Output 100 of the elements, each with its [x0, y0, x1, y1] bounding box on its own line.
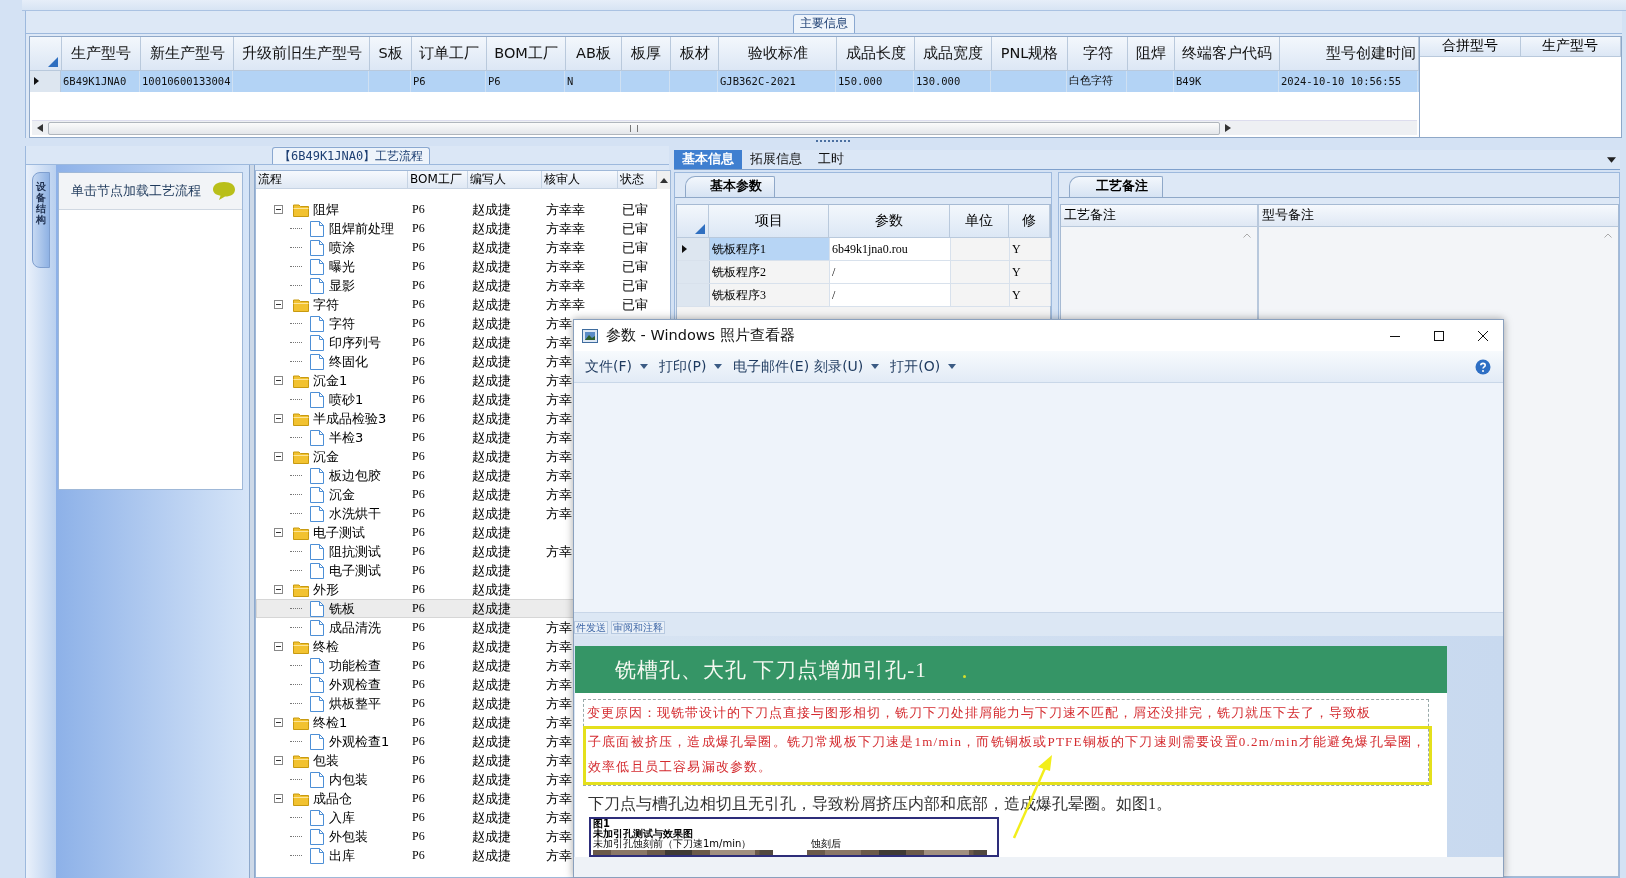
table-cell: P6	[412, 848, 425, 863]
table-cell: 铣板程序2	[712, 263, 766, 281]
table-cell: 方幸	[546, 409, 572, 428]
tree-node-label: 电子测试	[313, 523, 365, 542]
table-cell: 铣板程序1	[712, 240, 766, 258]
tree-node-label: 外形	[313, 580, 339, 599]
table-cell: P6	[412, 753, 425, 768]
tree-node-label: 板边包胶	[329, 466, 381, 485]
table-cell: 铣板程序3	[712, 286, 766, 304]
tree-node-label: 沉金	[329, 485, 355, 504]
table-cell: 赵成捷	[472, 257, 511, 276]
table-cell: 方幸	[546, 352, 572, 371]
table-cell: 赵成捷	[472, 580, 511, 599]
tree-node-label: 字符	[313, 295, 339, 314]
table-cell: /	[832, 264, 836, 280]
table-cell: 赵成捷	[472, 656, 511, 675]
table-cell: 方幸	[546, 390, 572, 409]
table-cell: P6	[412, 373, 425, 388]
table-cell: 赵成捷	[472, 542, 511, 561]
table-cell: 方幸	[546, 770, 572, 789]
table-cell: 方幸	[546, 751, 572, 770]
table-cell: P6	[412, 411, 425, 426]
tree-node-label: 曝光	[329, 257, 355, 276]
table-cell: 赵成捷	[472, 618, 511, 637]
table-cell: P6	[412, 392, 425, 407]
table-cell: P6	[412, 696, 425, 711]
table-cell: 赵成捷	[472, 808, 511, 827]
table-cell: 赵成捷	[472, 485, 511, 504]
table-cell: 赵成捷	[472, 827, 511, 846]
table-cell: 已审	[622, 295, 648, 314]
table-cell: 2024-10-10 10:56:55	[1281, 75, 1402, 88]
table-cell: Y	[1012, 264, 1021, 280]
table-cell: 赵成捷	[472, 371, 511, 390]
tree-node-label: 水洗烘干	[329, 504, 381, 523]
tree-node-label: 阻抗测试	[329, 542, 381, 561]
table-cell: 赵成捷	[472, 599, 511, 618]
table-cell: P6	[412, 487, 425, 502]
table-cell: P6	[412, 677, 425, 692]
table-cell: 6b49k1jna0.rou	[832, 241, 908, 257]
tree-node-label: 入库	[329, 808, 355, 827]
table-cell: P6	[412, 506, 425, 521]
table-cell: P6	[412, 772, 425, 787]
table-cell: P6	[412, 734, 425, 749]
table-cell: N	[567, 75, 574, 88]
table-cell: 赵成捷	[472, 333, 511, 352]
table-cell: P6	[412, 240, 425, 255]
slide-heading: 铣槽孔、大孔 下刀点增加引孔-1	[615, 656, 927, 684]
window-title: 参数 - Windows 照片查看器	[606, 326, 795, 345]
table-cell: 方幸	[546, 713, 572, 732]
tree-node-label: 外观检查	[329, 675, 381, 694]
table-cell: 赵成捷	[472, 219, 511, 238]
table-cell: Y	[1012, 287, 1021, 303]
table-cell: P6	[488, 75, 501, 88]
table-cell: 方幸幸	[546, 200, 585, 219]
tree-node-label: 包装	[313, 751, 339, 770]
table-cell: 赵成捷	[472, 314, 511, 333]
table-cell: GJB362C-2021	[720, 75, 796, 88]
table-cell: P6	[412, 639, 425, 654]
table-cell: 方幸	[546, 675, 572, 694]
tree-node-label: 终固化	[329, 352, 368, 371]
table-cell: 赵成捷	[472, 504, 511, 523]
table-cell: 已审	[622, 257, 648, 276]
table-cell: P6	[412, 335, 425, 350]
table-cell: 赵成捷	[472, 713, 511, 732]
tree-node-label: 外包装	[329, 827, 368, 846]
node-hint: 单击节点加载工艺流程	[71, 182, 202, 200]
tree-node-label: 内包装	[329, 770, 368, 789]
table-cell: 赵成捷	[472, 295, 511, 314]
table-cell: 赵成捷	[472, 523, 511, 542]
tree-node-label: 显影	[329, 276, 355, 295]
table-cell: 赵成捷	[472, 447, 511, 466]
table-cell: 方幸幸	[546, 257, 585, 276]
table-cell: 赵成捷	[472, 732, 511, 751]
table-cell: 赵成捷	[472, 466, 511, 485]
table-cell: 赵成捷	[472, 675, 511, 694]
table-cell: P6	[412, 715, 425, 730]
table-cell: P6	[412, 601, 425, 616]
tree-node-label: 功能检查	[329, 656, 381, 675]
table-cell: 方幸幸	[546, 276, 585, 295]
tree-node-label: 电子测试	[329, 561, 381, 580]
table-cell: 已审	[622, 200, 648, 219]
tree-node-label: 阻焊	[313, 200, 339, 219]
table-cell: P6	[412, 582, 425, 597]
tree-node-label: 成品仓	[313, 789, 352, 808]
tree-node-label: 喷砂1	[329, 390, 364, 409]
paragraph: 变更原因：现铣带设计的下刀点直接与图形相切，铣刀下刀处排屑能力与下刀速不匹配，屑还没排完，铣刀就压下去了，导致板	[587, 704, 1372, 722]
table-cell: 赵成捷	[472, 276, 511, 295]
table-cell: P6	[412, 449, 425, 464]
table-cell: B49K	[1176, 75, 1202, 88]
table-cell: 方幸	[546, 447, 572, 466]
figure-title: 未加引孔测试与效果图	[593, 829, 694, 839]
table-cell: 赵成捷	[472, 561, 511, 580]
figure-caption: 未加引孔蚀刻前（下刀速1m/min）	[593, 839, 752, 849]
table-cell: 赵成捷	[472, 694, 511, 713]
table-cell: P6	[412, 221, 425, 236]
tree-node-label: 终检1	[313, 713, 348, 732]
tree-node-label: 半成品检验3	[313, 409, 387, 428]
table-cell: P6	[412, 791, 425, 806]
table-cell: 方幸幸	[546, 238, 585, 257]
table-cell: 方幸	[546, 808, 572, 827]
